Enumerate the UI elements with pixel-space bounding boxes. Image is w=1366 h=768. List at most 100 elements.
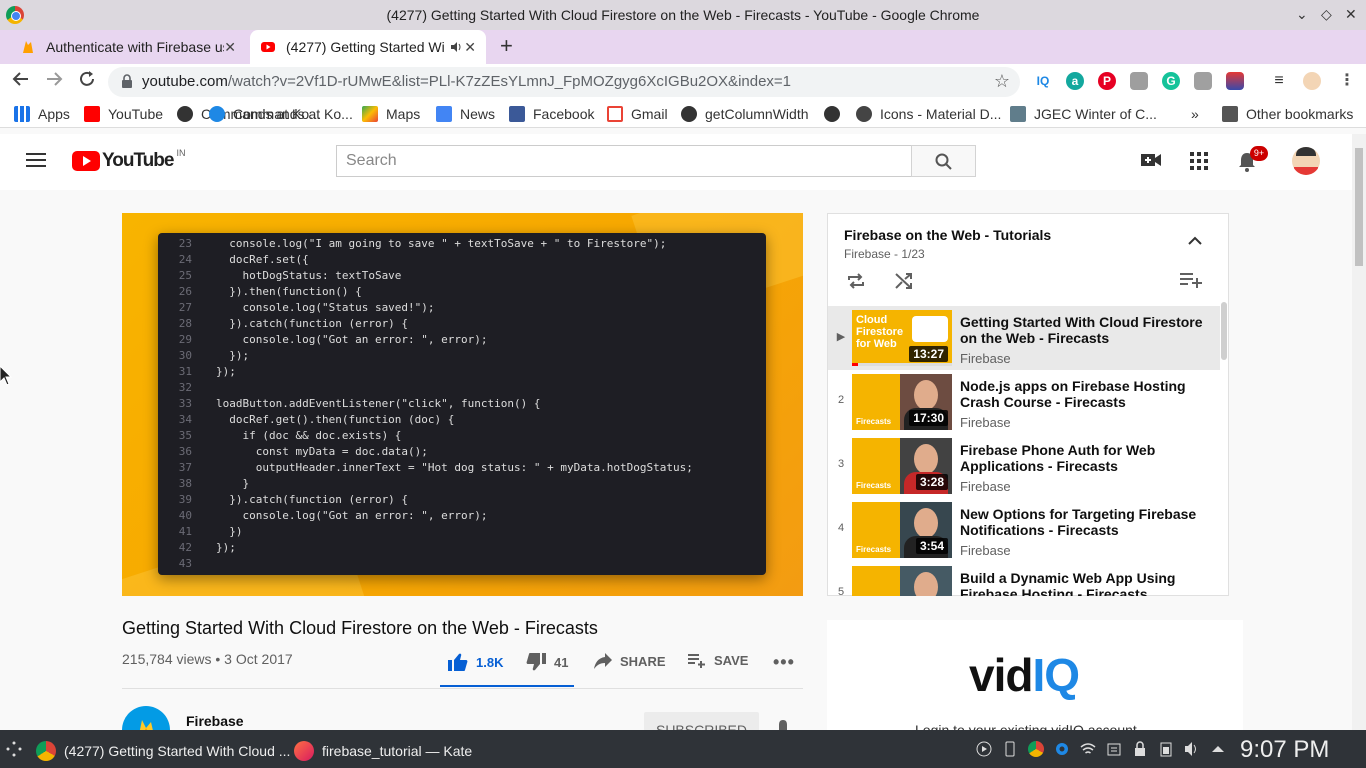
profile-avatar-icon[interactable]: [1303, 72, 1321, 90]
youtube-icon: [261, 42, 275, 52]
channel-name[interactable]: Firebase: [186, 713, 244, 729]
code-line-number: 39: [178, 493, 192, 506]
video-title: Node.js apps on Firebase Hosting Crash C…: [960, 378, 1186, 410]
video-thumbnail: Firecasts 3:28: [852, 438, 952, 494]
playlist-item[interactable]: ▶ Cloud Firestore for Web 13:27 Getting …: [828, 306, 1220, 370]
lock-icon[interactable]: [1132, 741, 1148, 757]
extension-a-icon[interactable]: a: [1066, 72, 1084, 90]
minimize-button[interactable]: ⌄: [1296, 6, 1308, 23]
bookmark-commands-2[interactable]: Commands at Ko...: [209, 106, 353, 122]
bookmark-jgec[interactable]: JGEC Winter of C...: [1010, 106, 1157, 122]
bookmark-other[interactable]: Other bookmarks: [1222, 106, 1353, 122]
bookmark-youtube[interactable]: YouTube: [84, 106, 163, 122]
taskbar-item-kate[interactable]: firebase_tutorial — Kate: [294, 741, 472, 761]
more-actions-icon[interactable]: •••: [773, 652, 795, 673]
apps-grid-icon[interactable]: [1190, 152, 1208, 170]
chrome-tray-icon[interactable]: [1028, 741, 1044, 757]
playlist-scrollbar-thumb[interactable]: [1221, 302, 1227, 360]
tab-label: Authenticate with Firebase us: [46, 39, 224, 55]
bookmark-apps[interactable]: Apps: [14, 106, 70, 122]
like-button[interactable]: 1.8K: [448, 653, 503, 671]
code-line-number: 43: [178, 557, 192, 570]
volume-icon[interactable]: [1184, 741, 1200, 757]
code-line-number: 34: [178, 413, 192, 426]
code-line-text: console.log("Got an error: ", error);: [216, 333, 488, 346]
share-button[interactable]: SHARE: [594, 653, 666, 669]
bookmark-maps[interactable]: Maps: [362, 106, 420, 122]
search-button[interactable]: [911, 145, 976, 177]
chevron-up-icon[interactable]: [1188, 236, 1202, 246]
extension-lines-icon[interactable]: [1226, 72, 1244, 90]
bookmark-gmail[interactable]: Gmail: [607, 106, 668, 122]
maximize-button[interactable]: ◇: [1321, 6, 1332, 23]
playlist-title[interactable]: Firebase on the Web - Tutorials: [844, 227, 1051, 243]
bookmark-globe[interactable]: [824, 106, 848, 122]
grammarly-icon[interactable]: G: [1162, 72, 1180, 90]
taskbar-clock[interactable]: 9:07 PM: [1240, 736, 1329, 764]
bookmark-star-icon[interactable]: ☆: [994, 71, 1010, 92]
media-controls-icon[interactable]: ≡: [1270, 72, 1288, 90]
app-launcher-icon[interactable]: [6, 741, 22, 757]
cube-extension-icon[interactable]: [1130, 72, 1148, 90]
bookmarks-overflow[interactable]: »: [1191, 106, 1199, 122]
close-window-button[interactable]: ✕: [1345, 6, 1357, 23]
jgec-icon: [1010, 106, 1026, 122]
chrome-menu-icon[interactable]: ⋮: [1338, 72, 1356, 90]
create-video-icon[interactable]: [1141, 152, 1161, 168]
shuffle-icon[interactable]: [894, 272, 914, 290]
wifi-icon[interactable]: [1080, 741, 1096, 757]
address-bar[interactable]: youtube.com/watch?v=2Vf1D-rUMwE&list=PLl…: [108, 67, 1020, 97]
bookmark-material-icons[interactable]: Icons - Material D...: [856, 106, 1001, 122]
pinterest-icon[interactable]: P: [1098, 72, 1116, 90]
tab-close-icon[interactable]: ✕: [224, 39, 236, 56]
tab-youtube[interactable]: (4277) Getting Started Wi ✕: [250, 30, 486, 64]
tray-expand-icon[interactable]: [1210, 741, 1226, 757]
audio-playing-icon[interactable]: [450, 41, 462, 53]
news-icon: [436, 106, 452, 122]
vidiq-extension-icon[interactable]: IQ: [1034, 72, 1052, 90]
globe-icon: [824, 106, 840, 122]
loop-icon[interactable]: [846, 272, 866, 290]
scrollbar-thumb[interactable]: [1355, 148, 1363, 266]
reload-button[interactable]: [78, 70, 96, 94]
bookmark-news[interactable]: News: [436, 106, 495, 122]
save-button[interactable]: SAVE: [688, 653, 748, 668]
settings-gear-icon[interactable]: [1054, 741, 1070, 757]
apps-grid-icon: [14, 106, 30, 122]
video-player[interactable]: 23 console.log("I am going to save " + t…: [122, 213, 803, 596]
bookmark-facebook[interactable]: Facebook: [509, 106, 594, 122]
android-extension-icon[interactable]: [1194, 72, 1212, 90]
bookmark-getcolumnwidth[interactable]: getColumnWidth: [681, 106, 809, 122]
dislike-button[interactable]: 41: [526, 653, 568, 671]
playlist-item[interactable]: 5 Build a Dynamic Web App Using Firebase…: [828, 562, 1220, 596]
notification-bell-icon[interactable]: [776, 720, 790, 730]
user-avatar[interactable]: [1292, 147, 1320, 175]
new-tab-button[interactable]: +: [500, 33, 513, 59]
code-line-text: });: [216, 541, 236, 554]
playlist-item[interactable]: 2 Firecasts 17:30 Node.js apps on Fireba…: [828, 370, 1220, 434]
guide-menu-icon[interactable]: [26, 153, 46, 167]
progress-bar: [852, 363, 858, 366]
vidiq-panel: vidIQ Login to your existing vidIQ accou…: [827, 620, 1243, 730]
media-play-icon[interactable]: [976, 741, 992, 757]
youtube-logo[interactable]: YouTube IN: [72, 148, 185, 171]
code-line-number: 30: [178, 349, 192, 362]
playlist-item[interactable]: 4 Firecasts 3:54 New Options for Targeti…: [828, 498, 1220, 562]
search-input[interactable]: Search: [336, 145, 912, 177]
battery-icon[interactable]: [1158, 741, 1174, 757]
vidiq-login-text[interactable]: Login to your existing vidIQ account: [915, 722, 1137, 730]
clipboard-icon[interactable]: [1106, 741, 1122, 757]
tab-authenticate[interactable]: Authenticate with Firebase us ✕: [10, 30, 246, 64]
save-playlist-icon[interactable]: [1180, 272, 1202, 288]
page-scrollbar[interactable]: [1352, 134, 1366, 730]
globe-icon: [177, 106, 193, 122]
tab-close-icon[interactable]: ✕: [464, 39, 476, 56]
presenter-photo: [900, 566, 952, 596]
forward-button[interactable]: [45, 70, 63, 94]
code-line-text: loadButton.addEventListener("click", fun…: [216, 397, 541, 410]
code-line-text: }).catch(function (error) {: [216, 317, 409, 330]
playlist-item[interactable]: 3 Firecasts 3:28 Firebase Phone Auth for…: [828, 434, 1220, 498]
back-button[interactable]: [12, 70, 30, 94]
phone-connect-icon[interactable]: [1002, 741, 1018, 757]
taskbar-item-chrome[interactable]: (4277) Getting Started With Cloud ...: [36, 741, 290, 761]
